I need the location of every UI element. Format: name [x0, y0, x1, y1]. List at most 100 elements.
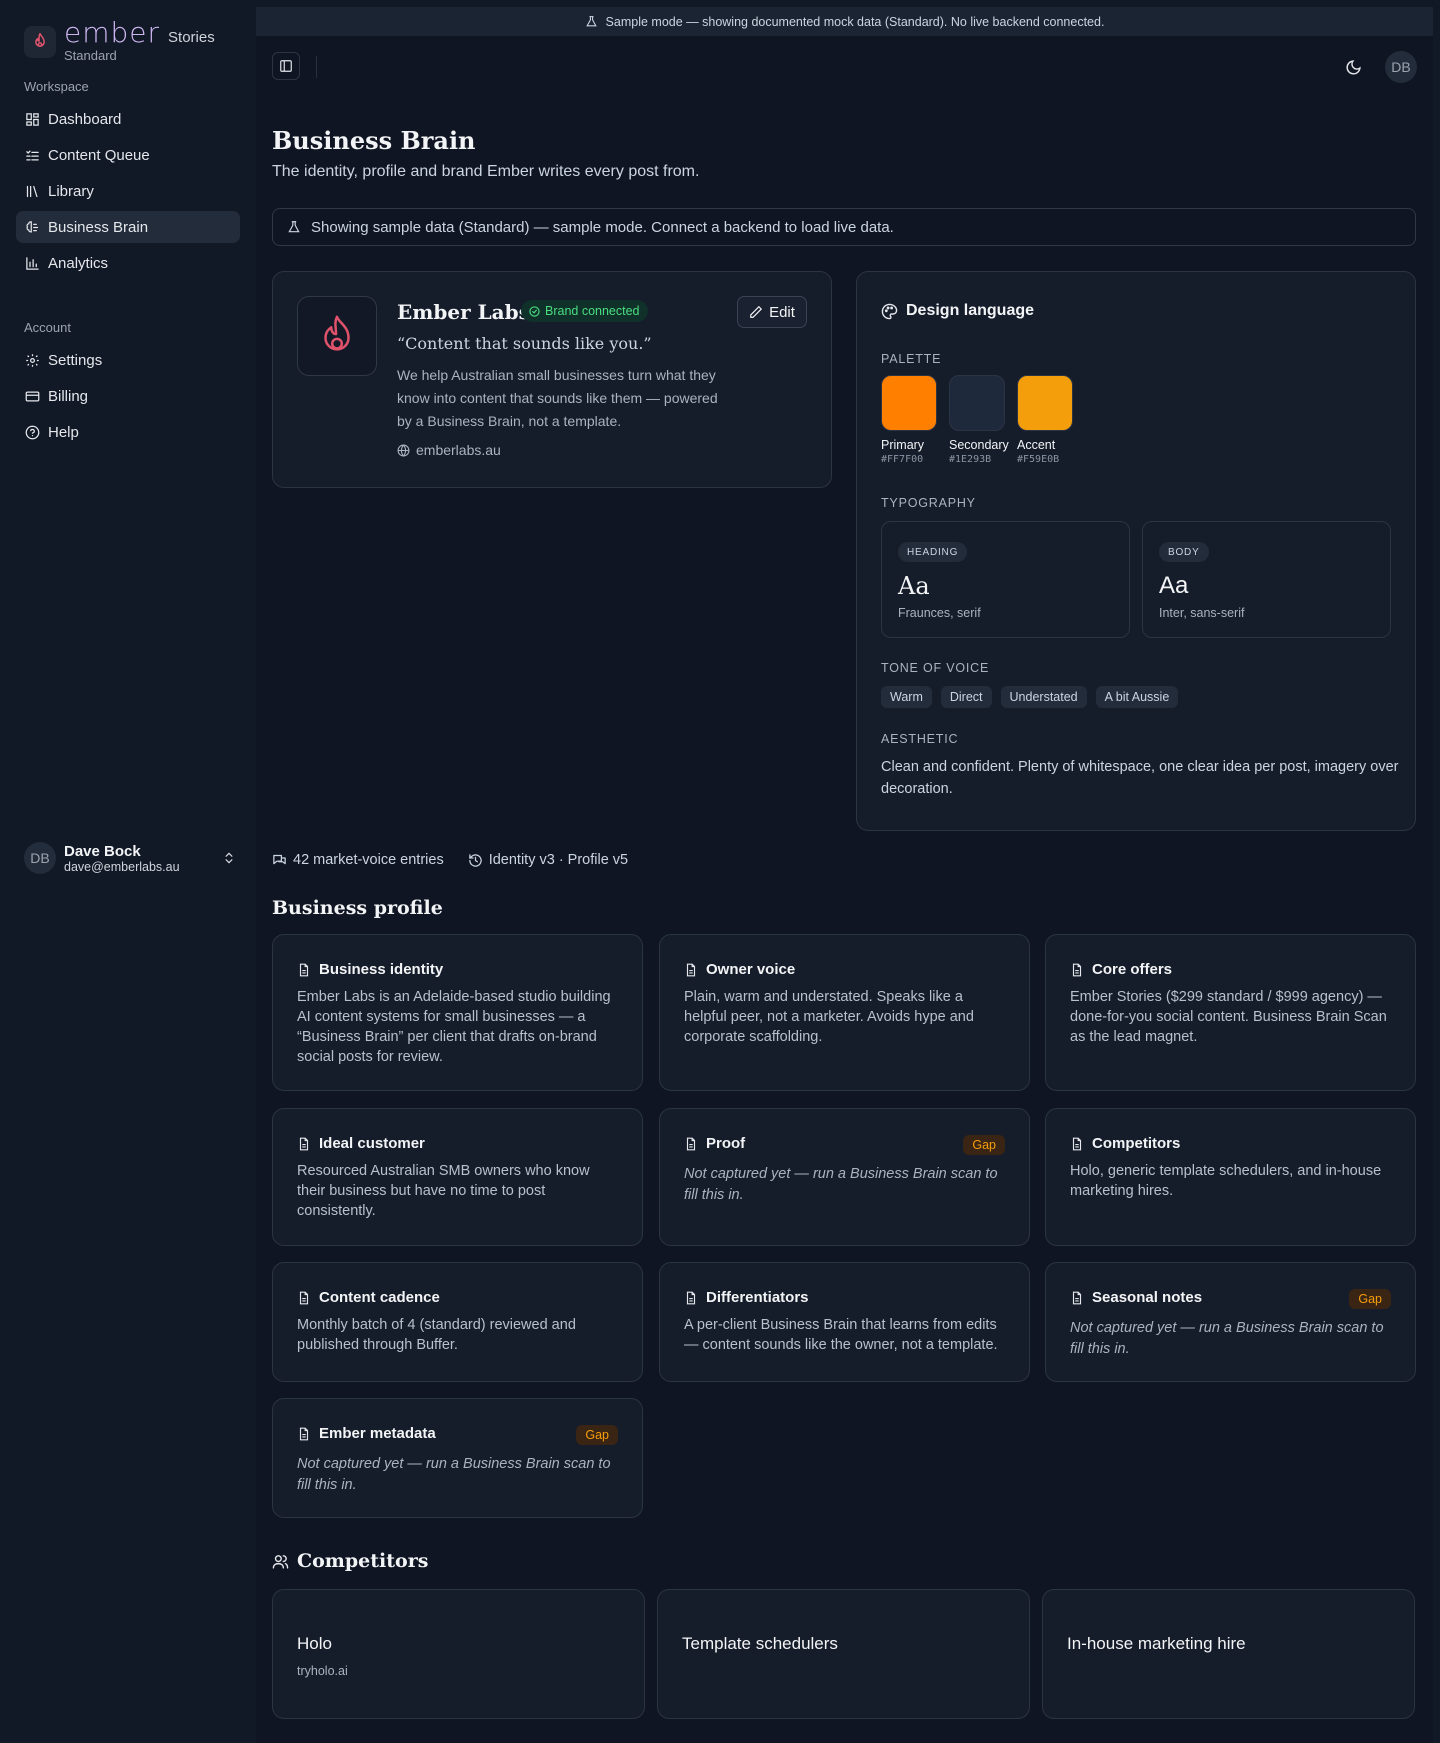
brain-icon	[24, 219, 40, 235]
profile-card-title: Competitors	[1092, 1135, 1181, 1152]
sidebar-item-label: Business Brain	[48, 218, 149, 236]
brand-url-text: emberlabs.au	[416, 442, 501, 458]
sidebar-toggle-button[interactable]	[272, 52, 300, 80]
competitor-card-holo[interactable]: Holo tryholo.ai	[272, 1589, 645, 1719]
topbar: DB	[272, 51, 1417, 86]
library-icon	[24, 183, 40, 199]
banner-text: Showing sample data (Standard) — sample …	[311, 218, 894, 236]
type-font-name: Fraunces, serif	[898, 606, 981, 620]
profile-card-title: Business identity	[319, 961, 444, 978]
sidebar-item-dashboard[interactable]: Dashboard	[16, 103, 240, 135]
profile-card-ember-metadata[interactable]: Ember metadata Gap Not captured yet — ru…	[272, 1398, 643, 1518]
swatch-name: Primary	[881, 438, 925, 452]
profile-card-ideal-customer[interactable]: Ideal customer Resourced Australian SMB …	[272, 1108, 643, 1246]
profile-card-content-cadence[interactable]: Content cadence Monthly batch of 4 (stan…	[272, 1262, 643, 1382]
document-icon	[684, 1137, 698, 1151]
tone-tag: Understated	[1000, 686, 1087, 708]
top-avatar[interactable]: DB	[1385, 51, 1417, 83]
user-email: dave@emberlabs.au	[64, 859, 180, 874]
badge-text: Brand connected	[545, 304, 640, 318]
type-sample: Aa	[1159, 572, 1189, 599]
palette-icon	[881, 303, 898, 320]
sidebar: ember Stories Standard Workspace Dashboa…	[0, 0, 256, 1743]
competitor-name: Holo	[297, 1634, 332, 1653]
swatch-hex: #FF7F00	[881, 454, 924, 465]
competitor-card-in-house-marketing-hire[interactable]: In-house marketing hire	[1042, 1589, 1415, 1719]
nav-section-workspace: Workspace	[24, 79, 89, 94]
profile-card-seasonal-notes[interactable]: Seasonal notes Gap Not captured yet — ru…	[1045, 1262, 1416, 1382]
chat-icon	[272, 853, 287, 868]
sidebar-item-label: Library	[48, 182, 94, 200]
design-language-title-text: Design language	[906, 302, 1035, 319]
sidebar-item-help[interactable]: Help	[16, 416, 240, 448]
profile-card-body: Not captured yet — run a Business Brain …	[1070, 1320, 1384, 1357]
profile-card-title: Seasonal notes	[1092, 1289, 1203, 1306]
user-menu[interactable]: DB Dave Bock dave@emberlabs.au	[24, 842, 236, 874]
sidebar-item-business-brain[interactable]: Business Brain	[16, 211, 240, 243]
profile-card-body: Ember Labs is an Adelaide-based studio b…	[297, 989, 611, 1065]
main-content: Sample mode — showing documented mock da…	[256, 7, 1433, 1743]
typography-body: BODY Aa Inter, sans-serif	[1142, 521, 1391, 638]
competitor-card-template-schedulers[interactable]: Template schedulers	[657, 1589, 1030, 1719]
competitor-name: In-house marketing hire	[1067, 1634, 1246, 1653]
type-font-name: Inter, sans-serif	[1159, 606, 1245, 620]
profile-card-title: Owner voice	[706, 961, 796, 978]
profile-card-proof[interactable]: Proof Gap Not captured yet — run a Busin…	[659, 1108, 1030, 1246]
swatch-secondary[interactable]: Secondary #1E293B	[949, 375, 1017, 465]
sidebar-item-label: Settings	[48, 351, 103, 369]
tone-label: TONE OF VOICE	[881, 661, 990, 675]
dashboard-icon	[24, 111, 40, 127]
chevron-up-down-icon[interactable]	[222, 851, 236, 865]
profile-card-title: Differentiators	[706, 1289, 809, 1306]
page-subtitle: The identity, profile and brand Ember wr…	[272, 163, 700, 180]
page-title: Business Brain	[272, 126, 476, 155]
edit-button[interactable]: Edit	[737, 296, 807, 328]
swatch-accent[interactable]: Accent #F59E0B	[1017, 375, 1085, 465]
business-profile-title: Business profile	[272, 897, 443, 919]
brand-card: Ember Labs Brand connected Edit “Content…	[272, 271, 832, 488]
tone-tag: Warm	[881, 686, 932, 708]
brand[interactable]: ember Stories Standard	[24, 16, 215, 63]
brand-description: We help Australian small businesses turn…	[397, 367, 718, 429]
brand-url[interactable]: emberlabs.au	[397, 442, 501, 458]
check-circle-icon	[529, 305, 540, 317]
flame-logo-icon	[297, 296, 377, 376]
meta-row: 42 market-voice entries Identity v3 · Pr…	[272, 852, 628, 868]
profile-card-body: A per-client Business Brain that learns …	[684, 1317, 998, 1353]
card-icon	[24, 388, 40, 404]
flask-icon	[585, 15, 598, 28]
type-role-pill: BODY	[1159, 542, 1209, 562]
tone-tag: A bit Aussie	[1095, 686, 1179, 708]
competitor-url[interactable]: tryholo.ai	[297, 1664, 348, 1678]
profile-card-owner-voice[interactable]: Owner voice Plain, warm and understated.…	[659, 934, 1030, 1091]
status-badge: Brand connected	[521, 300, 648, 322]
profile-card-business-identity[interactable]: Business identity Ember Labs is an Adela…	[272, 934, 643, 1091]
profile-card-title: Content cadence	[319, 1289, 440, 1306]
sidebar-item-analytics[interactable]: Analytics	[16, 247, 240, 279]
document-icon	[684, 963, 698, 977]
brand-name: ember	[64, 16, 161, 49]
swatch-chip	[881, 375, 937, 431]
users-icon	[272, 1553, 289, 1570]
theme-toggle-button[interactable]	[1341, 55, 1365, 79]
swatch-primary[interactable]: Primary #FF7F00	[881, 375, 949, 465]
design-language-card: Design language PALETTE Primary #FF7F00 …	[856, 271, 1416, 831]
sidebar-item-library[interactable]: Library	[16, 175, 240, 207]
divider	[316, 56, 317, 78]
sidebar-item-settings[interactable]: Settings	[16, 344, 240, 376]
profile-card-differentiators[interactable]: Differentiators A per-client Business Br…	[659, 1262, 1030, 1382]
sidebar-item-billing[interactable]: Billing	[16, 380, 240, 412]
tone-tags: Warm Direct Understated A bit Aussie	[881, 686, 1187, 708]
brand-suffix: Stories	[168, 29, 215, 46]
sidebar-item-content-queue[interactable]: Content Queue	[16, 139, 240, 171]
profile-card-core-offers[interactable]: Core offers Ember Stories ($299 standard…	[1045, 934, 1416, 1091]
profile-card-competitors[interactable]: Competitors Holo, generic template sched…	[1045, 1108, 1416, 1246]
avatar: DB	[24, 842, 56, 874]
gap-badge: Gap	[576, 1425, 618, 1445]
sidebar-item-label: Help	[48, 423, 79, 441]
moon-icon	[1346, 59, 1361, 74]
document-icon	[1070, 1137, 1084, 1151]
profile-card-title: Ideal customer	[319, 1135, 425, 1152]
swatch-hex: #1E293B	[949, 454, 992, 465]
document-icon	[684, 1291, 698, 1305]
